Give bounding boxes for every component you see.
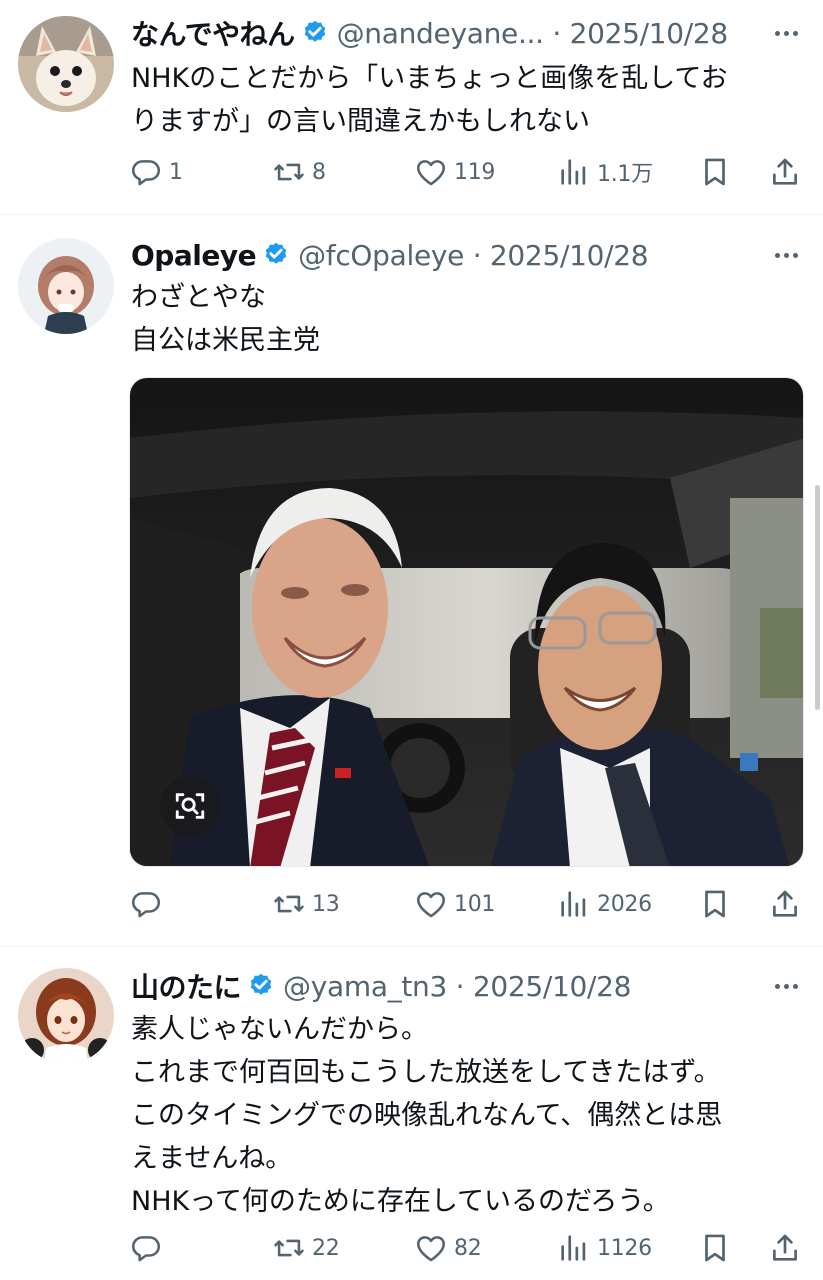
like-count: 101 (454, 891, 496, 917)
tweet-text-line: NHKって何のために存在しているのだろう。 (131, 1186, 670, 1217)
tweet-text-line: 素人じゃないんだから。 (131, 1014, 428, 1045)
share-icon (773, 890, 797, 917)
visual-search-button[interactable] (160, 776, 220, 836)
tweet-header: Opaleye @fcOpaleye · 2025/10/28 (131, 235, 649, 275)
action-bar: 13 101 2026 (0, 882, 823, 926)
views-icon (561, 1235, 586, 1261)
like-icon (416, 892, 446, 918)
share-icon (773, 158, 797, 185)
verified-icon (304, 20, 325, 42)
avatar[interactable] (18, 238, 114, 334)
repost-icon (274, 1239, 304, 1257)
avatar-chihuahua-image (18, 16, 114, 112)
reply-count: 1 (169, 159, 183, 185)
verified-icon (250, 973, 272, 995)
bookmark-icon (705, 1234, 725, 1262)
repost-icon (274, 163, 304, 181)
repost-icon (274, 895, 304, 913)
avatar-anime-girl-image (18, 238, 114, 334)
share-icon (773, 1234, 797, 1261)
tweet-header: なんでやねん @nandeyane... · 2025/10/28 (131, 13, 728, 53)
like-button[interactable]: 82 (414, 1226, 482, 1270)
views-count: 1.1万 (597, 162, 653, 187)
views-button[interactable]: 1.1万 (557, 150, 653, 194)
repost-button[interactable]: 13 (272, 882, 340, 926)
tweet-text-line: りますが」の言い間違えかもしれない (131, 106, 590, 137)
like-button[interactable]: 101 (414, 882, 495, 926)
tweet-text: 素人じゃないんだから。 これまで何百回もこうした放送をしてきたはず。 このタイミ… (131, 1008, 801, 1223)
reply-button[interactable] (129, 1226, 169, 1270)
tweet-text-line: えませんね。 (131, 1143, 293, 1174)
views-button[interactable]: 2026 (557, 882, 652, 926)
like-button[interactable]: 119 (414, 150, 495, 194)
more-icon[interactable] (771, 18, 801, 48)
like-icon (416, 1236, 446, 1262)
verified-icon (265, 242, 287, 264)
views-count: 2026 (597, 891, 652, 917)
tweet-1[interactable]: なんでやねん @nandeyane... · 2025/10/28 NHKのこと… (0, 0, 823, 214)
views-count: 1126 (597, 1235, 652, 1261)
handle-and-date[interactable]: @yama_tn3 · 2025/10/28 (283, 970, 631, 1003)
tweet-text: NHKのことだから「いまちょっと画像を乱してお りますが」の言い間違えかもしれな… (131, 57, 801, 143)
tweet-text-line: わざとやな (131, 282, 266, 313)
more-icon[interactable] (771, 971, 801, 1001)
reply-icon (131, 1236, 161, 1262)
like-icon (416, 160, 446, 186)
bookmark-icon (705, 158, 725, 186)
reply-button[interactable] (129, 882, 169, 926)
action-bar: 1 8 119 1.1万 (0, 150, 823, 194)
tweet-header: 山のたに @yama_tn3 · 2025/10/28 (131, 966, 632, 1006)
share-button[interactable] (768, 1226, 802, 1270)
tweet-text-line: 自公は米民主党 (131, 325, 320, 356)
views-icon (561, 891, 586, 917)
views-icon (561, 159, 586, 185)
bookmark-button[interactable] (698, 150, 732, 194)
bookmark-icon (705, 890, 725, 918)
visual-search-icon (175, 793, 205, 819)
tweet-photo[interactable] (129, 377, 804, 867)
tweet-text-line: このタイミングでの映像乱れなんて、偶然とは思 (131, 1100, 723, 1131)
tweet-text: わざとやな 自公は米民主党 (131, 276, 801, 362)
reply-icon (131, 160, 161, 186)
reply-icon (131, 892, 161, 918)
display-name[interactable]: 山のたに (131, 966, 242, 1006)
repost-count: 13 (312, 891, 340, 917)
views-button[interactable]: 1126 (557, 1226, 652, 1270)
reply-button[interactable]: 1 (129, 150, 183, 194)
photo-car-selfie-image (130, 378, 803, 866)
repost-count: 8 (312, 159, 326, 185)
display-name[interactable]: Opaleye (131, 239, 257, 272)
share-button[interactable] (768, 882, 802, 926)
avatar[interactable] (18, 968, 114, 1064)
repost-button[interactable]: 8 (272, 150, 326, 194)
bookmark-button[interactable] (698, 882, 732, 926)
tweet-text-line: NHKのことだから「いまちょっと画像を乱してお (131, 63, 728, 94)
action-bar: 22 82 1126 (0, 1226, 823, 1270)
tweet-text-line: これまで何百回もこうした放送をしてきたはず。 (131, 1057, 721, 1088)
display-name[interactable]: なんでやねん (131, 13, 295, 53)
share-button[interactable] (768, 150, 802, 194)
more-icon[interactable] (771, 240, 801, 270)
handle-and-date[interactable]: @nandeyane... · 2025/10/28 (337, 17, 729, 50)
avatar[interactable] (18, 16, 114, 112)
repost-button[interactable]: 22 (272, 1226, 340, 1270)
handle-and-date[interactable]: @fcOpaleye · 2025/10/28 (298, 239, 649, 272)
bookmark-button[interactable] (698, 1226, 732, 1270)
repost-count: 22 (312, 1235, 340, 1261)
like-count: 119 (454, 159, 496, 185)
like-count: 82 (454, 1235, 482, 1261)
scrollbar[interactable] (815, 485, 820, 710)
avatar-anime-boxer-image (18, 968, 114, 1064)
